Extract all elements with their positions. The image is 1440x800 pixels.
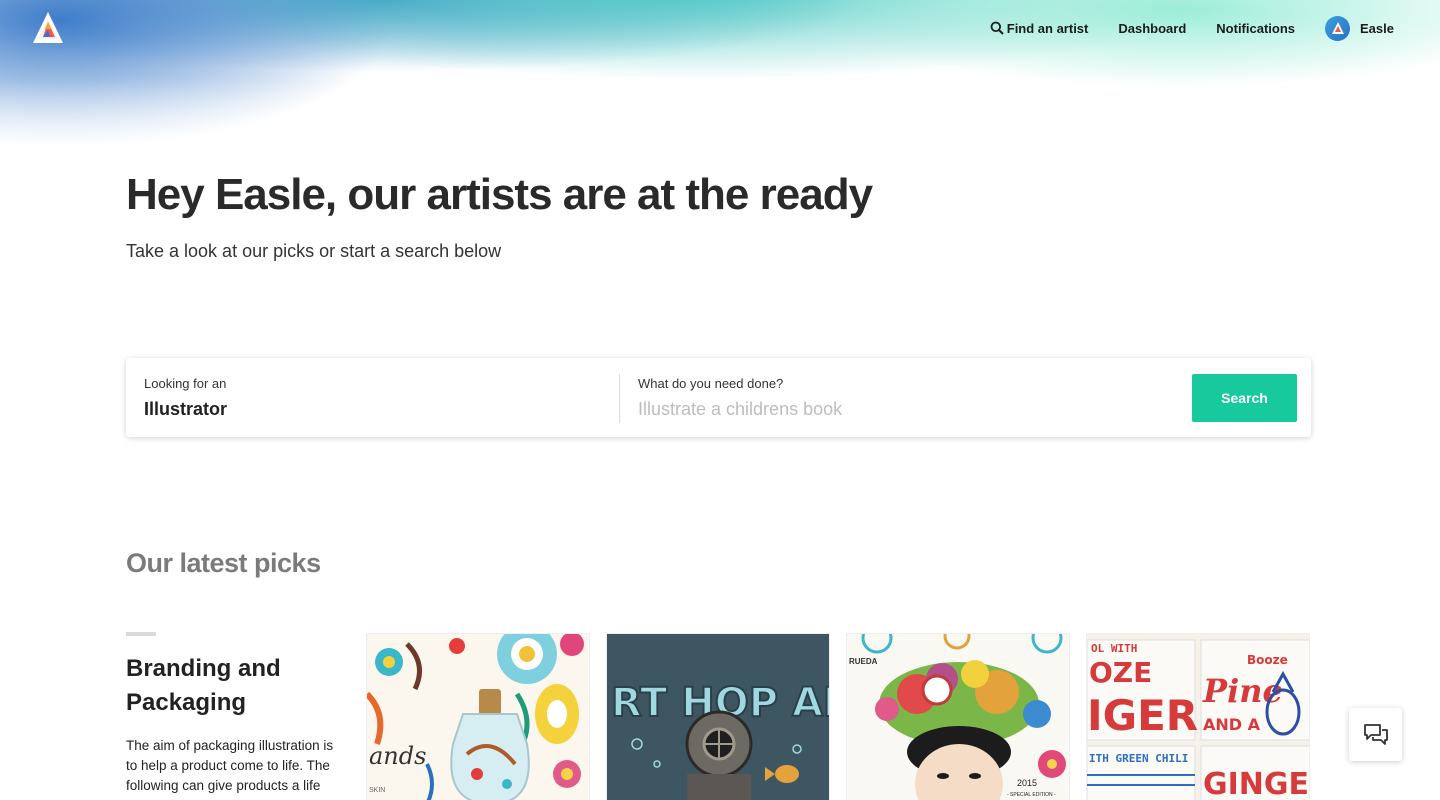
pick-card-4[interactable]: OL WITH OZE IGER ITH GREEN CHILI Booze P… (1086, 633, 1310, 800)
pick-3-art-subtext: 2015 (1017, 778, 1037, 788)
artist-type-field[interactable]: Looking for an Illustrator (144, 358, 614, 437)
pick-1-art-text: ands (369, 742, 426, 770)
category-description: The aim of packaging illustration is to … (126, 738, 334, 793)
page-subtitle: Take a look at our picks or start a sear… (126, 241, 502, 261)
picks-title: Our latest picks (126, 548, 321, 578)
pick-4-art-text-5: Booze (1247, 653, 1288, 667)
pick-4-art-text-4: ITH GREEN CHILI (1089, 752, 1188, 765)
pick-4-art-text-7: AND A (1203, 715, 1261, 734)
pick-card-1[interactable]: ands SKIN (366, 633, 590, 800)
find-artist-label: Find an artist (1006, 20, 1089, 36)
user-menu[interactable]: Easle (1325, 15, 1394, 41)
task-label: What do you need done? (638, 376, 784, 391)
search-icon (990, 21, 1004, 35)
pick-4-art-text: OL WITH (1091, 642, 1137, 655)
find-artist-link[interactable]: Find an artist (990, 20, 1089, 36)
notifications-link[interactable]: Notifications (1216, 21, 1295, 36)
task-input[interactable] (638, 396, 1158, 422)
pick-4-art-text-3: IGER (1087, 691, 1198, 740)
field-divider (619, 374, 620, 423)
artist-type-label: Looking for an (144, 376, 227, 391)
pick-card-2[interactable]: RT HOP ALE (606, 633, 830, 800)
search-button[interactable]: Search (1192, 374, 1297, 422)
pick-1-art-subtext: SKIN (369, 787, 385, 794)
pick-card-3[interactable]: RUEDA 2015 - SPECIAL EDITION - (846, 633, 1070, 800)
search-card: Looking for an Illustrator What do you n… (126, 358, 1311, 437)
avatar-logo-icon (1331, 22, 1344, 34)
top-nav: Find an artist Dashboard Notifications E… (0, 0, 1440, 56)
accent-bar (126, 632, 156, 636)
task-field: What do you need done? (638, 358, 1178, 437)
pick-4-art-text-8: GINGER, (1203, 767, 1310, 800)
user-name: Easle (1360, 20, 1394, 36)
pick-4-art-text-6: Pine (1202, 672, 1283, 710)
chat-button[interactable] (1349, 708, 1402, 761)
logo-icon[interactable] (31, 10, 65, 46)
chat-icon (1363, 723, 1388, 745)
pick-3-art-text: RUEDA (849, 657, 878, 666)
avatar (1325, 15, 1351, 41)
artist-type-value[interactable]: Illustrator (144, 399, 227, 420)
pick-3-art-caption: - SPECIAL EDITION - (1007, 792, 1056, 798)
dashboard-link[interactable]: Dashboard (1118, 21, 1186, 36)
category-title: Branding and Packaging (126, 655, 281, 716)
pick-4-art-text-2: OZE (1089, 656, 1152, 689)
page-title: Hey Easle, our artists are at the ready (126, 170, 873, 219)
